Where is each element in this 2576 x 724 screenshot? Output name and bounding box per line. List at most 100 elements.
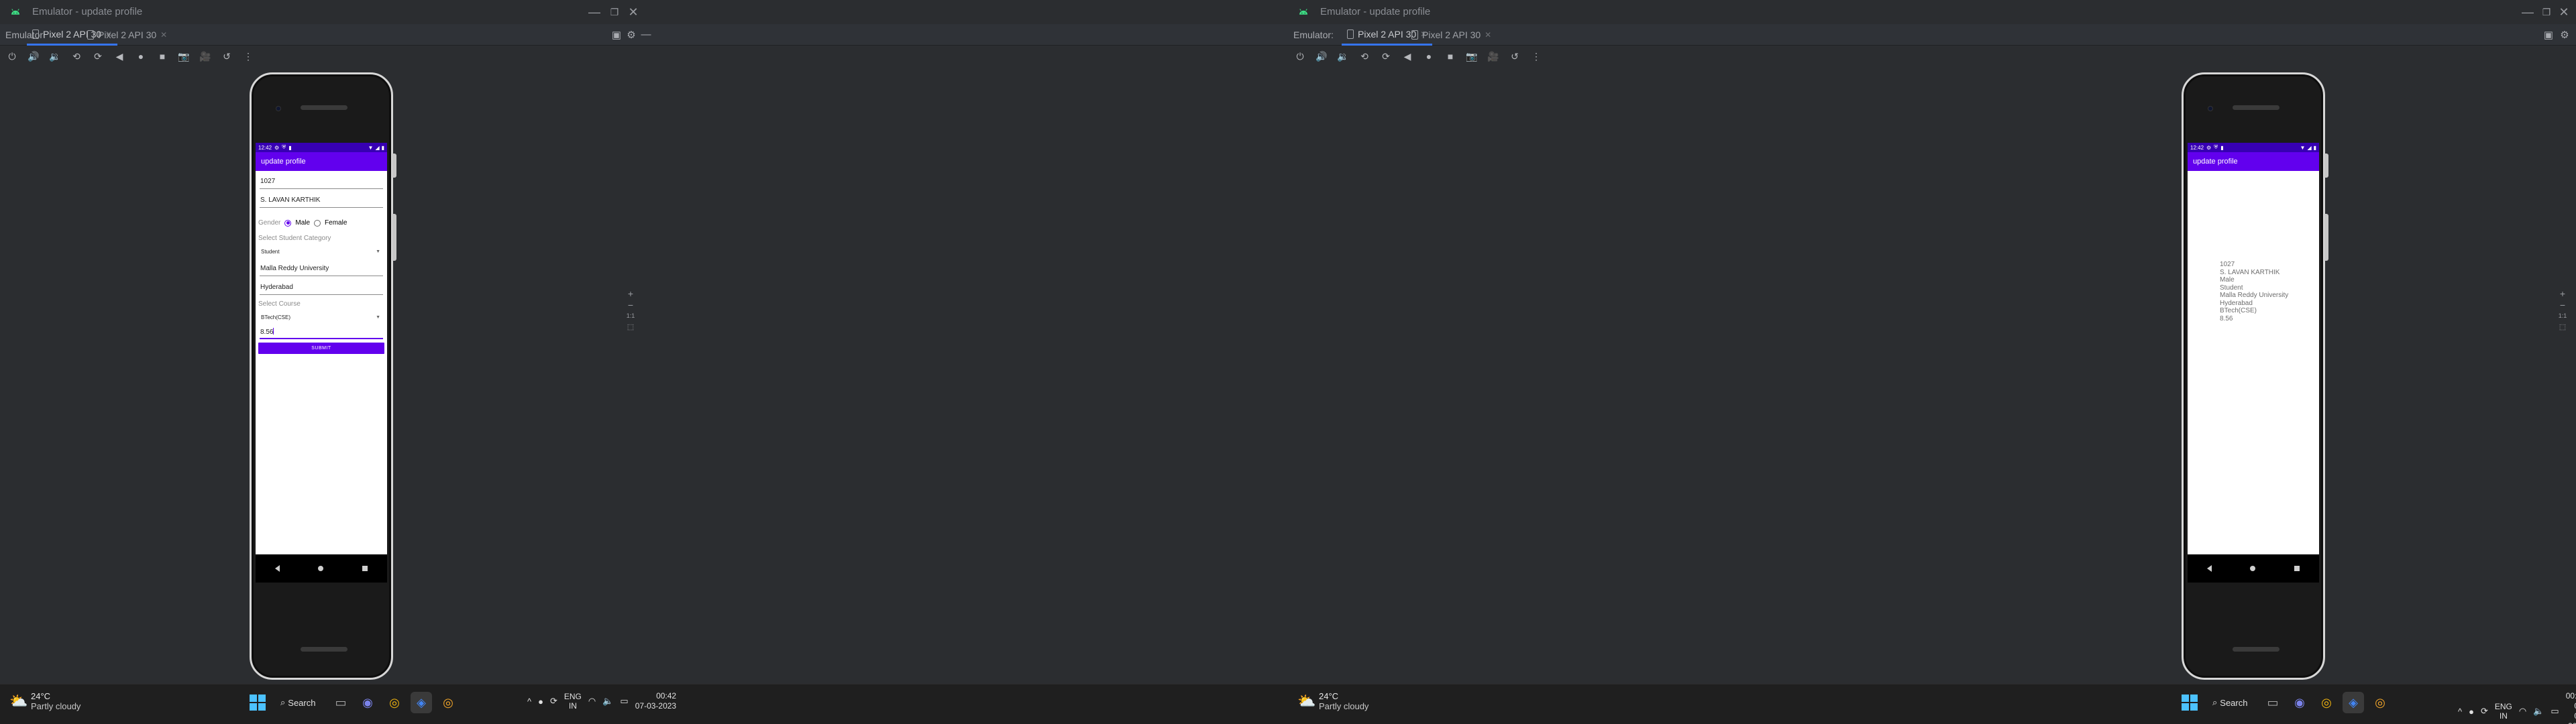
volume-icon[interactable]: 🔈 — [2533, 706, 2544, 717]
home-icon[interactable]: ● — [133, 48, 149, 64]
weather-widget[interactable]: ⛅ 24°C Partly cloudy — [9, 691, 80, 711]
partly-cloudy-icon: ⛅ — [1297, 692, 1316, 709]
overview-icon[interactable]: ■ — [1442, 48, 1458, 64]
fit-screen-icon[interactable]: ⬚ — [624, 320, 637, 333]
windows-start-icon[interactable] — [247, 692, 268, 713]
taskbar-search[interactable]: ⌕ Search — [274, 692, 325, 713]
city-input[interactable]: Hyderabad — [260, 284, 383, 295]
nav-home-icon[interactable] — [2250, 566, 2256, 571]
more-icon[interactable]: ⋮ — [1528, 48, 1544, 64]
android-studio-icon[interactable]: ◈ — [2343, 692, 2364, 713]
back-icon[interactable]: ◀ — [1399, 48, 1415, 64]
teams-icon[interactable]: ◉ — [357, 692, 378, 713]
hide-panel-icon[interactable]: — — [640, 29, 652, 41]
nav-back-icon[interactable] — [274, 565, 280, 572]
taskbar: ⛅ 24°C Partly cloudy ⌕ Search ▭ ◉ ◎ ◈ ◎ … — [1288, 684, 2576, 724]
record-icon[interactable]: 🎥 — [1485, 48, 1501, 64]
tab-pixel2-secondary[interactable]: Pixel 2 API 30 ✕ — [1406, 24, 1497, 46]
home-icon[interactable]: ● — [1421, 48, 1437, 64]
sync-icon[interactable]: ⟳ — [550, 696, 557, 707]
weather-temp: 24°C — [31, 691, 51, 701]
screenshot-icon[interactable]: 📷 — [1464, 48, 1480, 64]
battery-icon[interactable]: ▭ — [620, 696, 628, 707]
gear-icon[interactable]: ⚙ — [2559, 29, 2571, 41]
overview-icon[interactable]: ■ — [154, 48, 170, 64]
close-tab-icon[interactable]: ✕ — [1485, 30, 1491, 40]
nav-home-icon[interactable] — [318, 566, 324, 571]
radio-male-label: Male — [295, 219, 311, 227]
rotate-left-icon[interactable]: ⟲ — [1356, 48, 1373, 64]
clock[interactable]: 00:42 07-03-2023 — [2566, 691, 2576, 724]
more-icon[interactable]: ⋮ — [240, 48, 256, 64]
wifi-icon[interactable]: ◠ — [2519, 706, 2526, 717]
fit-screen-icon[interactable]: ⬚ — [2556, 320, 2569, 333]
snapshot-icon[interactable]: ↺ — [1507, 48, 1523, 64]
zoom-in-button[interactable]: + — [2556, 288, 2569, 300]
id-input[interactable]: 1027 — [260, 178, 383, 189]
back-icon[interactable]: ◀ — [111, 48, 127, 64]
windows-start-icon[interactable] — [2179, 692, 2200, 713]
device-icon — [1411, 30, 1418, 40]
file-explorer-icon[interactable]: ▭ — [2262, 692, 2284, 713]
volume-icon[interactable]: 🔈 — [602, 696, 613, 707]
layout-icon[interactable]: ▣ — [2542, 29, 2555, 41]
rotate-right-icon[interactable]: ⟳ — [90, 48, 106, 64]
power-icon[interactable]: ⏻ — [1292, 48, 1308, 64]
radio-male[interactable] — [284, 219, 292, 227]
sync-icon[interactable]: ⟳ — [2481, 706, 2488, 717]
shield-icon: ⛨ — [2214, 144, 2218, 150]
file-explorer-icon[interactable]: ▭ — [330, 692, 352, 713]
rotate-left-icon[interactable]: ⟲ — [68, 48, 85, 64]
chrome-icon[interactable]: ◎ — [384, 692, 405, 713]
language-indicator[interactable]: ENG IN — [2495, 702, 2512, 721]
wifi-icon[interactable]: ◠ — [588, 696, 596, 707]
close-button[interactable]: ✕ — [613, 0, 653, 24]
clock[interactable]: 00:42 07-03-2023 — [635, 691, 676, 711]
taskbar-search[interactable]: ⌕ Search — [2206, 692, 2257, 713]
nav-recents-icon[interactable] — [362, 566, 368, 571]
snapshot-icon[interactable]: ↺ — [219, 48, 235, 64]
status-time: 12:42 — [258, 144, 272, 151]
layout-icon[interactable]: ▣ — [610, 29, 623, 41]
category-value: Student — [261, 249, 280, 255]
category-spinner[interactable]: Student ▼ — [261, 249, 383, 255]
android-studio-icon[interactable]: ◈ — [411, 692, 432, 713]
signal-icon: ◢ — [375, 144, 380, 151]
gear-icon[interactable]: ⚙ — [625, 29, 637, 41]
chevron-up-icon[interactable]: ^ — [527, 697, 531, 707]
volume-down-icon[interactable]: 🔉 — [47, 48, 63, 64]
device-icon — [1347, 29, 1354, 39]
antivirus-icon[interactable]: ● — [2469, 707, 2474, 717]
university-input[interactable]: Malla Reddy University — [260, 265, 383, 276]
antivirus-icon[interactable]: ● — [538, 697, 543, 707]
record-icon[interactable]: 🎥 — [197, 48, 213, 64]
submit-button[interactable]: SUBMIT — [258, 343, 384, 354]
name-input[interactable]: S. LAVAN KARTHIK — [260, 196, 383, 208]
power-button — [2324, 154, 2328, 178]
chevron-up-icon[interactable]: ^ — [2458, 707, 2462, 717]
course-spinner[interactable]: BTech(CSE) ▼ — [261, 314, 383, 320]
region-code: IN — [568, 701, 577, 711]
volume-down-icon[interactable]: 🔉 — [1335, 48, 1351, 64]
chrome-icon[interactable]: ◎ — [2316, 692, 2337, 713]
rotate-right-icon[interactable]: ⟳ — [1378, 48, 1394, 64]
power-icon[interactable]: ⏻ — [4, 48, 20, 64]
chrome-canary-icon[interactable]: ◎ — [437, 692, 459, 713]
nav-recents-icon[interactable] — [2294, 566, 2300, 571]
screenshot-icon[interactable]: 📷 — [176, 48, 192, 64]
chrome-canary-icon[interactable]: ◎ — [2369, 692, 2391, 713]
radio-female[interactable] — [314, 219, 321, 227]
teams-icon[interactable]: ◉ — [2289, 692, 2310, 713]
zoom-in-button[interactable]: + — [624, 288, 637, 300]
tab-pixel2-secondary[interactable]: Pixel 2 API 30 ✕ — [82, 24, 172, 46]
volume-up-icon[interactable]: 🔊 — [25, 48, 42, 64]
nav-back-icon[interactable] — [2206, 565, 2212, 572]
close-tab-icon[interactable]: ✕ — [160, 30, 167, 40]
battery-icon: ▮ — [2313, 144, 2316, 151]
volume-up-icon[interactable]: 🔊 — [1313, 48, 1330, 64]
battery-icon[interactable]: ▭ — [2551, 706, 2559, 717]
language-indicator[interactable]: ENG IN — [564, 692, 582, 711]
gpa-input[interactable]: 8.56 — [260, 328, 383, 339]
weather-widget[interactable]: ⛅ 24°C Partly cloudy — [1297, 691, 1368, 711]
close-button[interactable]: ✕ — [2544, 0, 2576, 24]
